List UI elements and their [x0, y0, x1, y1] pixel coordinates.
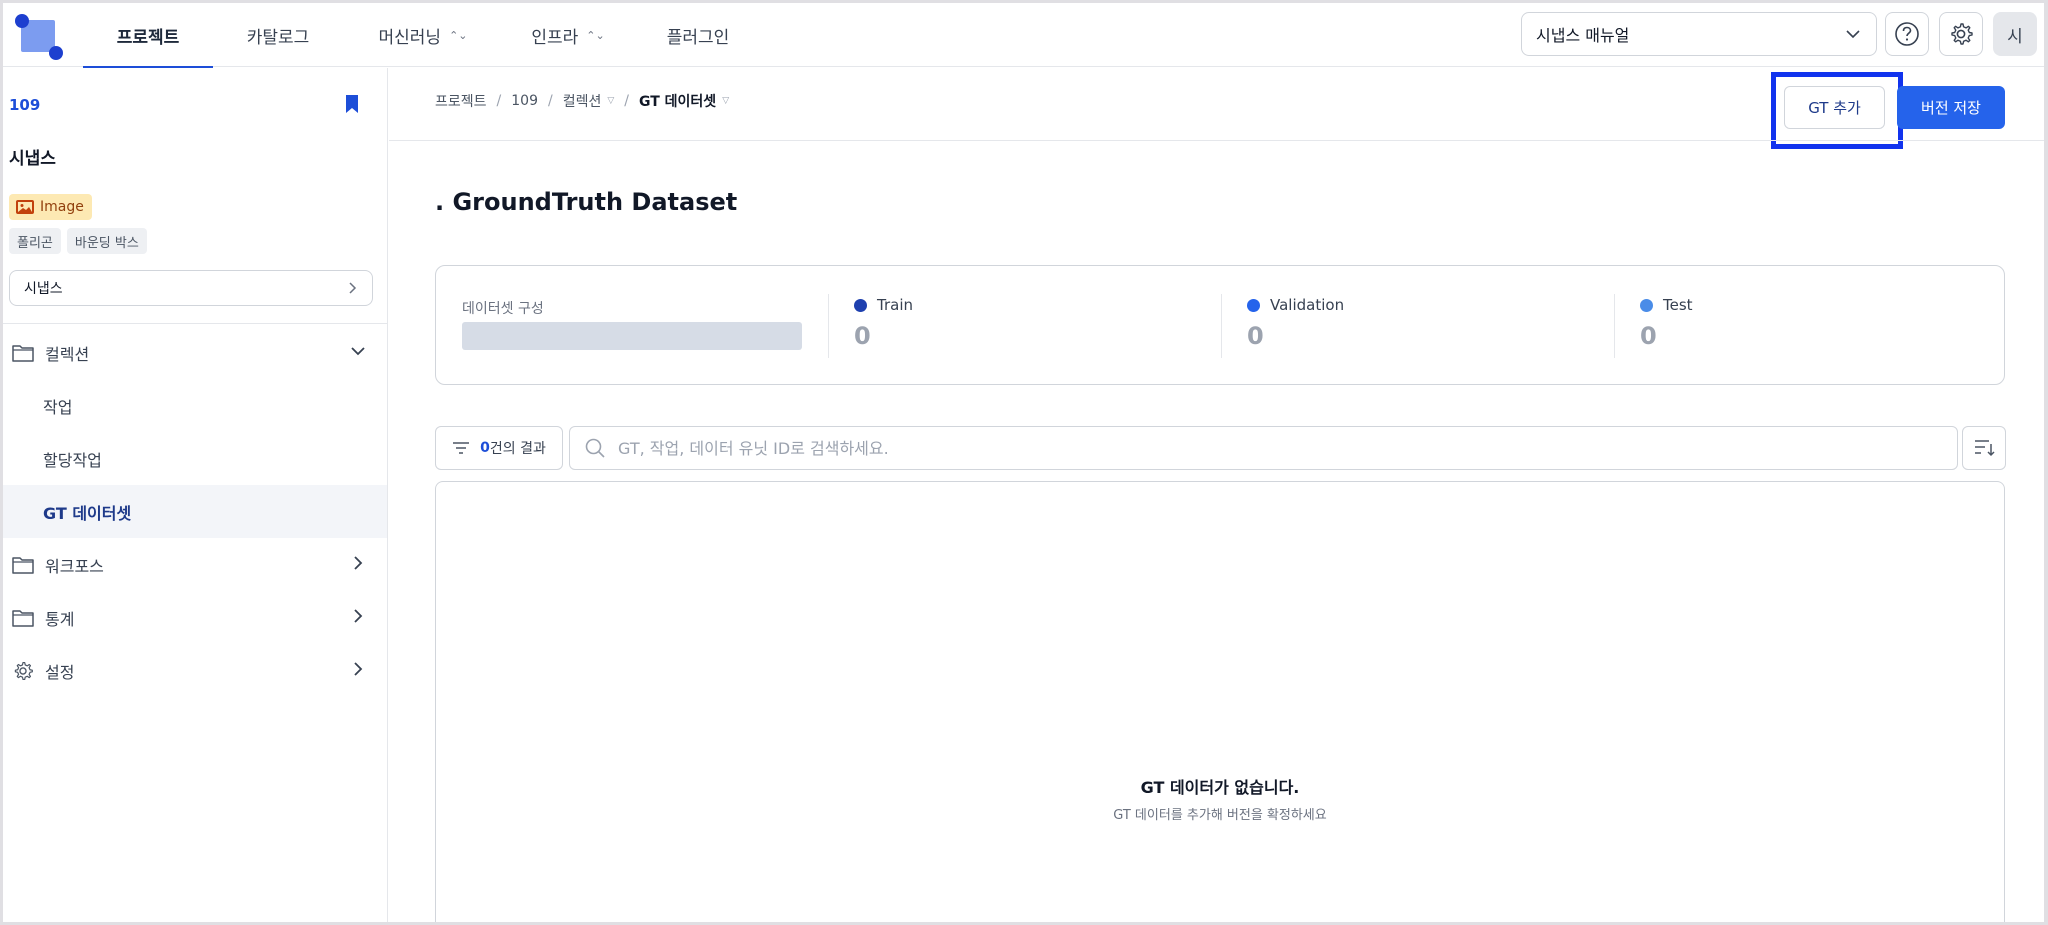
- help-button[interactable]: [1885, 12, 1929, 56]
- settings-button[interactable]: [1939, 12, 1983, 56]
- folder-icon: [11, 553, 35, 577]
- folder-icon: [11, 341, 35, 365]
- sidebar-item-workforce[interactable]: 워크포스: [3, 538, 387, 591]
- help-icon: [1895, 22, 1919, 46]
- main-nav: 프로젝트 카탈로그 머신러닝 ⌃⌄ 인프라 ⌃⌄ 플러그인: [83, 3, 763, 68]
- sidebar-item-gt-dataset[interactable]: GT 데이터셋: [3, 485, 387, 538]
- breadcrumb-collection[interactable]: 컬렉션: [563, 91, 602, 111]
- gt-data-list: GT 데이터가 없습니다. GT 데이터를 추가해 버전을 확정하세요: [435, 481, 2005, 922]
- chevron-down-icon: [1846, 30, 1860, 39]
- result-suffix: 건의 결과: [489, 441, 546, 457]
- composition-bar: [462, 322, 802, 350]
- sidebar: 109 시냅스 Image 폴리곤 바운딩 박스 시냅스 컬렉션 작업 할당작업…: [3, 68, 388, 922]
- result-count: 0: [480, 440, 490, 456]
- image-icon: [16, 200, 34, 214]
- updown-chevron-icon: ⌃⌄: [586, 28, 605, 42]
- tag-polygon: 폴리곤: [9, 228, 61, 254]
- composition-label: 데이터셋 구성: [462, 301, 544, 317]
- chevron-down-icon: [351, 347, 365, 356]
- top-bar: 프로젝트 카탈로그 머신러닝 ⌃⌄ 인프라 ⌃⌄ 플러그인 시냅스 매뉴얼 시: [3, 3, 2044, 68]
- sort-button[interactable]: [1962, 426, 2006, 470]
- stats-divider: [1221, 294, 1222, 358]
- empty-state-title: GT 데이터가 없습니다.: [1140, 778, 1300, 797]
- stats-divider: [1614, 294, 1615, 358]
- page-title: . GroundTruth Dataset: [435, 188, 738, 216]
- train-count: 0: [854, 322, 871, 350]
- filter-button[interactable]: 0 건의 결과: [435, 426, 563, 470]
- breadcrumb: 프로젝트 / 109 / 컬렉션 ▽ / GT 데이터셋 ▽: [435, 91, 730, 111]
- sort-icon: [1975, 440, 1995, 457]
- project-select[interactable]: 시냅스: [9, 270, 373, 306]
- chevron-down-icon: ▽: [722, 96, 730, 106]
- breadcrumb-project-id[interactable]: 109: [511, 93, 538, 109]
- gear-icon: [1951, 23, 1973, 45]
- nav-infra[interactable]: 인프라 ⌃⌄: [503, 3, 633, 67]
- bookmark-icon: [346, 95, 358, 113]
- train-dot-icon: [854, 298, 867, 312]
- dataset-stats-card: 데이터셋 구성 Train 0 Validation 0 Test 0: [435, 265, 2005, 385]
- header-divider: [389, 140, 2044, 141]
- validation-count: 0: [1247, 322, 1264, 350]
- validation-dot-icon: [1247, 298, 1260, 312]
- nav-catalog[interactable]: 카탈로그: [213, 3, 343, 67]
- chevron-right-icon: [354, 662, 363, 676]
- sidebar-item-settings[interactable]: 설정: [3, 644, 387, 697]
- bookmark-button[interactable]: [343, 94, 361, 118]
- annotation-tags: 폴리곤 바운딩 박스: [9, 228, 147, 254]
- search-input[interactable]: [618, 438, 1938, 458]
- sidebar-item-task[interactable]: 작업: [3, 379, 387, 432]
- app-window: 프로젝트 카탈로그 머신러닝 ⌃⌄ 인프라 ⌃⌄ 플러그인 시냅스 매뉴얼 시 …: [3, 3, 2044, 922]
- data-type-badge: Image: [9, 194, 92, 220]
- test-dot-icon: [1640, 298, 1653, 312]
- nav-plugins[interactable]: 플러그인: [633, 3, 763, 67]
- chevron-down-icon: ▽: [607, 96, 615, 106]
- filter-icon: [453, 442, 470, 454]
- gear-icon: [11, 659, 35, 683]
- folder-icon: [11, 606, 35, 630]
- gt-add-button[interactable]: GT 추가: [1784, 86, 1885, 129]
- search-icon: [585, 438, 605, 458]
- stats-divider: [828, 294, 829, 358]
- breadcrumb-gt-dataset[interactable]: GT 데이터셋: [639, 91, 716, 111]
- breadcrumb-projects[interactable]: 프로젝트: [435, 91, 487, 111]
- project-id: 109: [9, 96, 41, 114]
- project-name: 시냅스: [9, 149, 56, 169]
- chevron-right-icon: [354, 556, 363, 570]
- manual-select[interactable]: 시냅스 매뉴얼: [1521, 12, 1877, 56]
- updown-chevron-icon: ⌃⌄: [449, 28, 468, 42]
- empty-state-subtitle: GT 데이터를 추가해 버전을 확정하세요: [1113, 808, 1327, 823]
- sidebar-menu: 컬렉션 작업 할당작업 GT 데이터셋 워크포스 통계 설정: [3, 326, 387, 697]
- user-avatar[interactable]: 시: [1993, 12, 2037, 56]
- save-version-button[interactable]: 버전 저장: [1897, 86, 2005, 129]
- nav-machine-learning[interactable]: 머신러닝 ⌃⌄: [343, 3, 503, 67]
- sidebar-item-collection[interactable]: 컬렉션: [3, 326, 387, 379]
- sidebar-divider: [3, 323, 388, 324]
- app-logo[interactable]: [11, 12, 63, 60]
- nav-projects[interactable]: 프로젝트: [83, 3, 213, 68]
- search-box[interactable]: [569, 426, 1958, 470]
- main-content: 프로젝트 / 109 / 컬렉션 ▽ / GT 데이터셋 ▽ GT 추가 버전 …: [389, 68, 2044, 922]
- chevron-right-icon: [349, 282, 357, 294]
- test-count: 0: [1640, 322, 1657, 350]
- sidebar-item-assignment[interactable]: 할당작업: [3, 432, 387, 485]
- tag-bounding-box: 바운딩 박스: [66, 228, 147, 254]
- chevron-right-icon: [354, 609, 363, 623]
- sidebar-item-stats[interactable]: 통계: [3, 591, 387, 644]
